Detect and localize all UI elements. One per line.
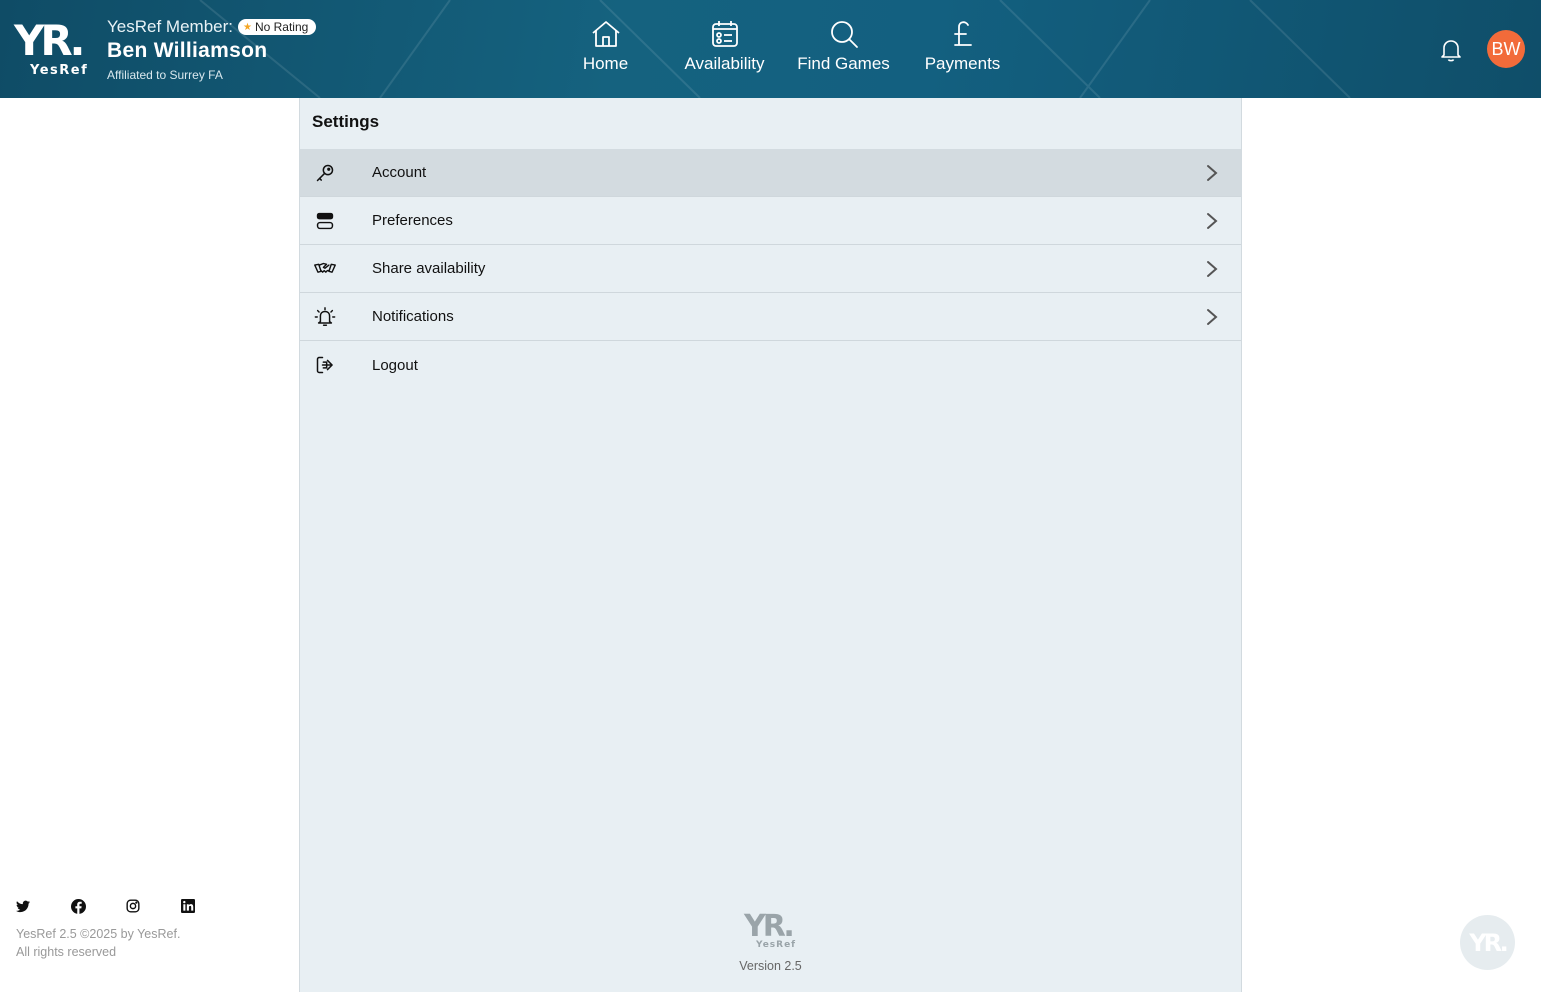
linkedin-icon[interactable] — [179, 897, 197, 915]
twitter-icon[interactable] — [14, 897, 32, 915]
settings-item-label: Account — [372, 164, 427, 181]
nav-payments[interactable]: Payments — [903, 18, 1022, 78]
nav-find-games[interactable]: Find Games — [784, 18, 903, 78]
handshake-icon — [314, 258, 336, 280]
member-label: YesRef Member: — [107, 17, 233, 36]
version-text: Version 2.5 — [739, 959, 802, 973]
logo-word: YesRef — [30, 63, 89, 78]
star-icon: ★ — [242, 21, 252, 33]
nav-home[interactable]: Home — [546, 18, 665, 78]
chevron-right-icon — [1207, 308, 1218, 325]
yesref-logo[interactable]: YR. YesRef — [14, 18, 94, 80]
footer-logo-word: YesRef — [756, 940, 797, 950]
nav-availability[interactable]: Availability — [665, 18, 784, 78]
settings-item-logout[interactable]: Logout — [300, 341, 1241, 389]
nav-availability-label: Availability — [684, 54, 765, 73]
settings-panel: Settings Account Preferences Share avail… — [299, 98, 1242, 992]
key-icon — [314, 162, 336, 184]
calendar-icon — [709, 18, 741, 50]
rating-badge: ★ No Rating — [237, 19, 317, 35]
member-affiliation: Affiliated to Surrey FA — [107, 68, 223, 82]
social-links — [14, 897, 234, 915]
chevron-right-icon — [1207, 164, 1218, 181]
copyright-line-2: All rights reserved — [16, 945, 117, 959]
settings-item-share-availability[interactable]: Share availability — [300, 245, 1241, 293]
nav-payments-label: Payments — [924, 54, 1001, 73]
logout-icon — [314, 354, 336, 376]
yesref-floating-button[interactable]: YR. — [1460, 915, 1515, 970]
toggle-icon — [314, 210, 336, 232]
footer-logo-mark: YR. — [744, 909, 795, 944]
settings-item-label: Share availability — [372, 260, 486, 277]
avatar[interactable]: BW — [1487, 30, 1525, 68]
member-name: Ben Williamson — [107, 39, 268, 62]
search-icon — [828, 18, 860, 50]
copyright: YesRef 2.5 ©2025 by YesRef. All rights r… — [16, 925, 180, 961]
footer-logo: YR. YesRef — [744, 910, 800, 952]
logo-mark: YR. — [14, 16, 85, 65]
settings-item-label: Notifications — [372, 308, 454, 325]
notifications-bell-icon[interactable] — [1437, 36, 1465, 64]
settings-item-label: Preferences — [372, 212, 453, 229]
member-info: YesRef Member: ★ No Rating Ben Williamso… — [107, 16, 317, 82]
instagram-icon[interactable] — [124, 897, 142, 915]
pound-icon — [947, 18, 979, 50]
bell-ring-icon — [314, 306, 336, 328]
settings-item-notifications[interactable]: Notifications — [300, 293, 1241, 341]
chevron-right-icon — [1207, 212, 1218, 229]
settings-item-preferences[interactable]: Preferences — [300, 197, 1241, 245]
rating-text: No Rating — [254, 20, 309, 34]
home-icon — [590, 18, 622, 50]
top-header: YR. YesRef YesRef Member: ★ No Rating Be… — [0, 0, 1541, 98]
settings-item-account[interactable]: Account — [300, 149, 1241, 197]
nav-find-games-label: Find Games — [797, 54, 890, 73]
page-title: Settings — [312, 112, 380, 131]
copyright-line-1: YesRef 2.5 ©2025 by YesRef. — [16, 927, 181, 941]
nav-home-label: Home — [582, 54, 629, 73]
settings-item-label: Logout — [372, 356, 418, 374]
facebook-icon[interactable] — [69, 897, 87, 915]
main-nav: Home Availability Find Games Payments — [546, 18, 1022, 78]
settings-menu: Account Preferences Share availability N… — [300, 149, 1241, 389]
chevron-right-icon — [1207, 260, 1218, 277]
